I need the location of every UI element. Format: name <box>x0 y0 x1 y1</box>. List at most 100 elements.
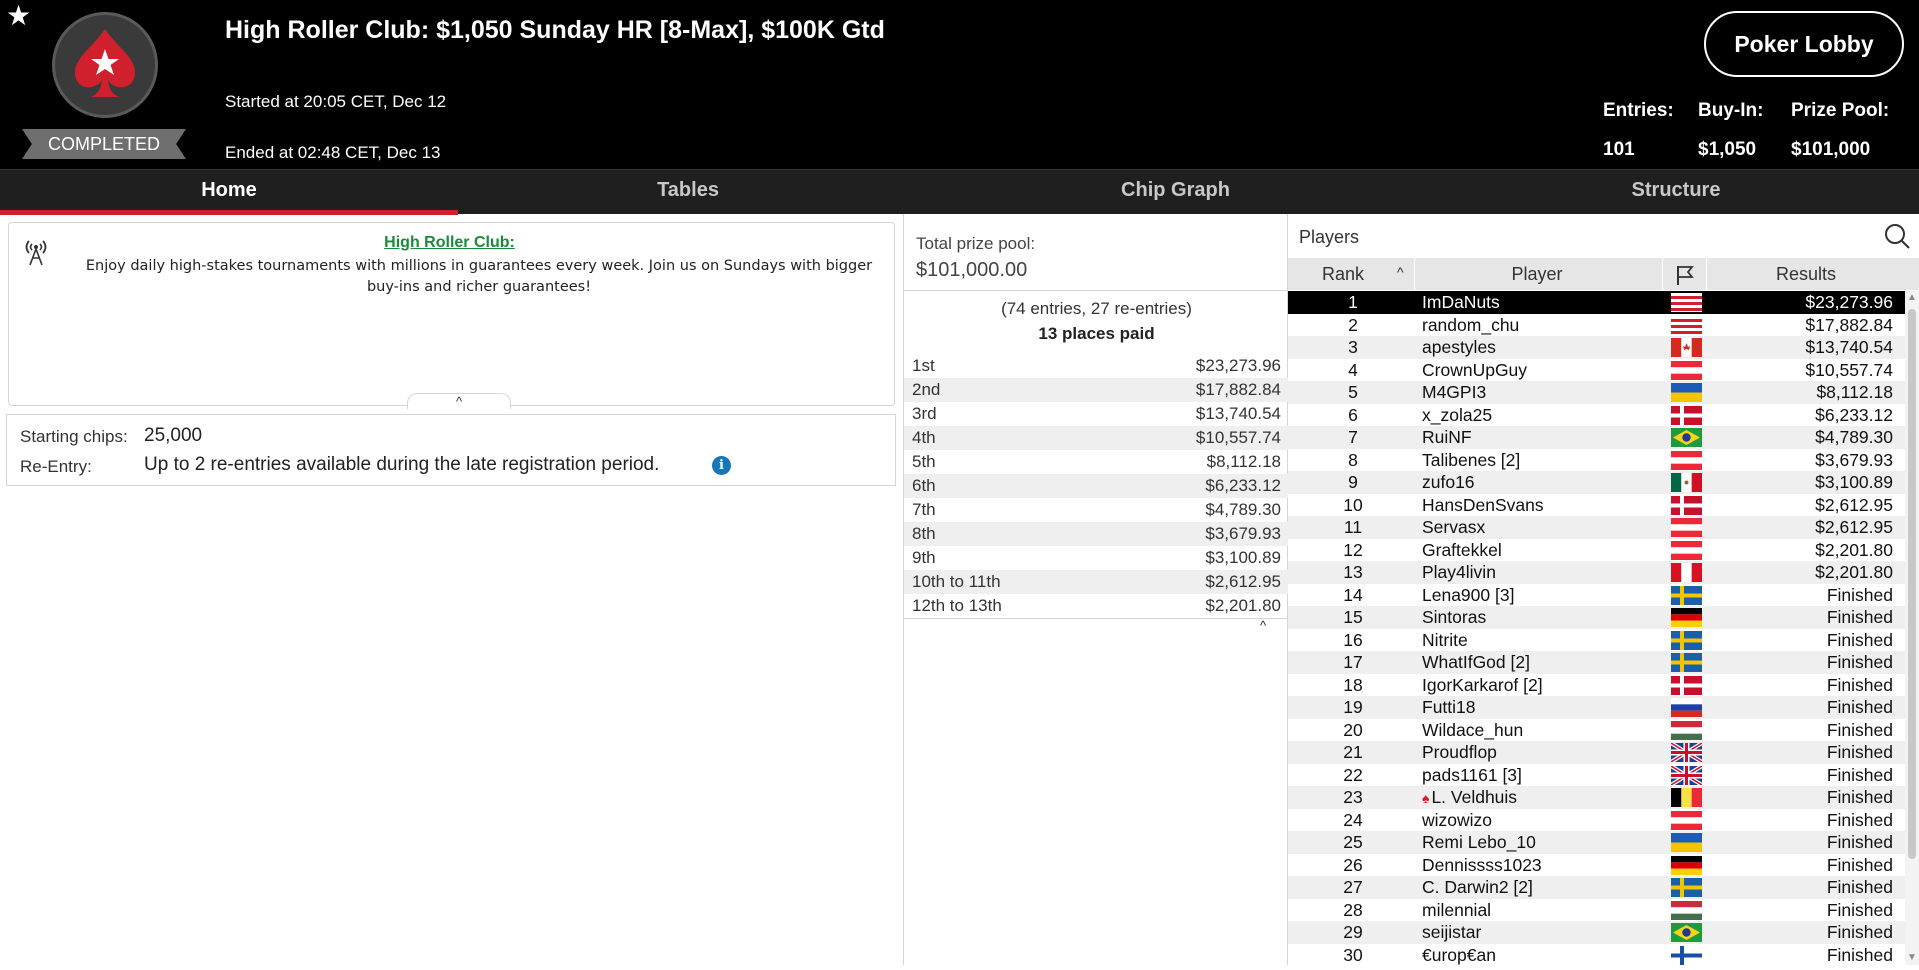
player-row[interactable]: 14 Lena900 [3] Finished <box>1288 584 1905 607</box>
player-row[interactable]: 10 HansDenSvans $2,612.95 <box>1288 494 1905 517</box>
player-row[interactable]: 15 Sintoras Finished <box>1288 606 1905 629</box>
player-result: $3,679.93 <box>1815 449 1893 470</box>
prize-pool-stat: Prize Pool: $101,000 <box>1791 100 1889 161</box>
player-row[interactable]: 17 WhatIfGod [2] Finished <box>1288 651 1905 674</box>
germany-flag-icon <box>1671 608 1702 627</box>
player-row[interactable]: 18 IgorKarkarof [2] Finished <box>1288 674 1905 697</box>
payout-place: 5th <box>912 452 936 471</box>
payout-amount: $6,233.12 <box>1205 476 1281 495</box>
player-name-cell: Proudflop <box>1422 741 1497 764</box>
player-rank: 23 <box>1343 787 1363 807</box>
results-column-header[interactable]: Results <box>1706 258 1906 290</box>
player-rank: 19 <box>1343 697 1363 717</box>
payout-row: 10th to 11th $2,612.95 <box>904 570 1289 594</box>
rank-column-header[interactable]: Rank <box>1288 258 1412 290</box>
player-row[interactable]: 4 CrownUpGuy $10,557.74 <box>1288 359 1905 382</box>
player-row[interactable]: 25 Remi Lebo_10 Finished <box>1288 831 1905 854</box>
player-rank: 6 <box>1348 404 1358 425</box>
hungary-flag-icon <box>1671 900 1702 920</box>
page-title: High Roller Club: $1,050 Sunday HR [8-Ma… <box>225 16 885 44</box>
tab-tables[interactable]: Tables <box>458 170 918 215</box>
scroll-down-icon[interactable]: ▼ <box>1905 951 1919 965</box>
player-row[interactable]: 20 Wildace_hun Finished <box>1288 719 1905 742</box>
scrollbar[interactable]: ▲ ▼ <box>1905 291 1919 965</box>
player-row[interactable]: 12 Graftekkel $2,201.80 <box>1288 539 1905 562</box>
russia-flag-icon <box>1671 698 1702 717</box>
player-result: $2,201.80 <box>1815 562 1893 582</box>
player-result: Finished <box>1826 787 1893 807</box>
player-result: $10,557.74 <box>1805 359 1893 380</box>
player-row[interactable]: 11 Servasx $2,612.95 <box>1288 516 1905 539</box>
player-name-cell: Wildace_hun <box>1422 719 1523 742</box>
player-row[interactable]: 3 apestyles $13,740.54 <box>1288 336 1905 359</box>
player-row[interactable]: 1 ImDaNuts $23,273.96 <box>1288 291 1905 314</box>
player-row[interactable]: 6 x_zola25 $6,233.12 <box>1288 404 1905 427</box>
player-result: Finished <box>1826 584 1893 605</box>
scroll-up-icon[interactable]: ▲ <box>1905 291 1919 305</box>
player-name: ImDaNuts <box>1422 292 1500 312</box>
player-row[interactable]: 30 €urop€an Finished <box>1288 944 1905 967</box>
divider <box>1662 258 1663 290</box>
prize-pool-label: Prize Pool: <box>1791 100 1890 121</box>
player-row[interactable]: 28 milennial Finished <box>1288 899 1905 922</box>
player-result: Finished <box>1826 944 1893 965</box>
tab-chip-graph[interactable]: Chip Graph <box>918 170 1433 215</box>
info-title-link[interactable]: High Roller Club: <box>0 234 915 252</box>
player-name-cell: CrownUpGuy <box>1422 359 1527 382</box>
player-result: $4,789.30 <box>1815 427 1893 447</box>
hungary-flag-icon <box>1671 720 1702 740</box>
player-result: Finished <box>1826 697 1893 717</box>
tab-home[interactable]: Home <box>0 170 458 215</box>
player-row[interactable]: 27 C. Darwin2 [2] Finished <box>1288 876 1905 899</box>
player-name: Graftekkel <box>1422 539 1502 560</box>
player-row[interactable]: 9 zufo16 $3,100.89 <box>1288 471 1905 494</box>
entries-summary: (74 entries, 27 re-entries) <box>1001 299 1192 318</box>
divider <box>904 618 1289 619</box>
player-row[interactable]: 24 wizowizo Finished <box>1288 809 1905 832</box>
player-row[interactable]: 21 Proudflop Finished <box>1288 741 1905 764</box>
player-name-cell: milennial <box>1422 899 1491 922</box>
total-prize-pool-value: $101,000.00 <box>916 259 1028 281</box>
tab-bar: Home Tables Chip Graph Structure <box>0 169 1919 215</box>
player-row[interactable]: 13 Play4livin $2,201.80 <box>1288 561 1905 584</box>
entries-value: 101 <box>1603 139 1635 160</box>
player-row[interactable]: 19 Futti18 Finished <box>1288 696 1905 719</box>
player-row[interactable]: 7 RuiNF $4,789.30 <box>1288 426 1905 449</box>
player-rank: 8 <box>1348 449 1358 470</box>
payout-row: 12th to 13th $2,201.80 <box>904 594 1289 618</box>
search-icon[interactable] <box>1882 222 1912 252</box>
scrollbar-thumb[interactable] <box>1908 309 1916 859</box>
entries-label: Entries: <box>1603 100 1674 121</box>
player-rank: 9 <box>1348 472 1358 492</box>
player-row[interactable]: 8 Talibenes [2] $3,679.93 <box>1288 449 1905 472</box>
player-row[interactable]: 23 ♠ L. Veldhuis Finished <box>1288 786 1905 809</box>
player-result: Finished <box>1826 652 1893 672</box>
info-description: Enjoy daily high-stakes tournaments with… <box>85 258 873 295</box>
peru-flag-icon <box>1671 563 1702 582</box>
flag-icon[interactable] <box>1675 264 1695 286</box>
player-row[interactable]: 22 pads1161 [3] Finished <box>1288 763 1905 787</box>
blue-yellow-flag-icon <box>1671 383 1702 402</box>
player-row[interactable]: 2 random_chu $17,882.84 <box>1288 314 1905 337</box>
player-rank: 14 <box>1343 584 1363 605</box>
sort-ascending-icon[interactable]: ^ <box>1397 264 1404 280</box>
total-prize-pool-label: Total prize pool: <box>916 234 1036 253</box>
player-name: Play4livin <box>1422 562 1496 582</box>
poker-lobby-button[interactable]: Poker Lobby <box>1704 11 1904 77</box>
player-row[interactable]: 5 M4GPI3 $8,112.18 <box>1288 381 1905 404</box>
collapse-info-button[interactable]: ^ <box>407 393 511 409</box>
player-row[interactable]: 26 Dennissss1023 Finished <box>1288 854 1905 877</box>
player-column-header[interactable]: Player <box>1414 258 1660 290</box>
player-row[interactable]: 29 seijistar Finished <box>1288 921 1905 944</box>
player-result: $17,882.84 <box>1805 314 1893 335</box>
info-icon[interactable]: i <box>712 456 731 475</box>
player-row[interactable]: 16 Nitrite Finished <box>1288 629 1905 652</box>
payout-amount: $2,201.80 <box>1205 596 1281 615</box>
player-rank: 1 <box>1348 292 1358 312</box>
austria-flag-icon <box>1671 810 1702 830</box>
tab-structure[interactable]: Structure <box>1433 170 1919 215</box>
collapse-payouts-button[interactable]: ^ <box>1248 618 1278 634</box>
player-name-cell: ♠ L. Veldhuis <box>1422 786 1517 810</box>
player-name-cell: Servasx <box>1422 516 1485 539</box>
star-icon[interactable]: ★ <box>6 2 31 30</box>
